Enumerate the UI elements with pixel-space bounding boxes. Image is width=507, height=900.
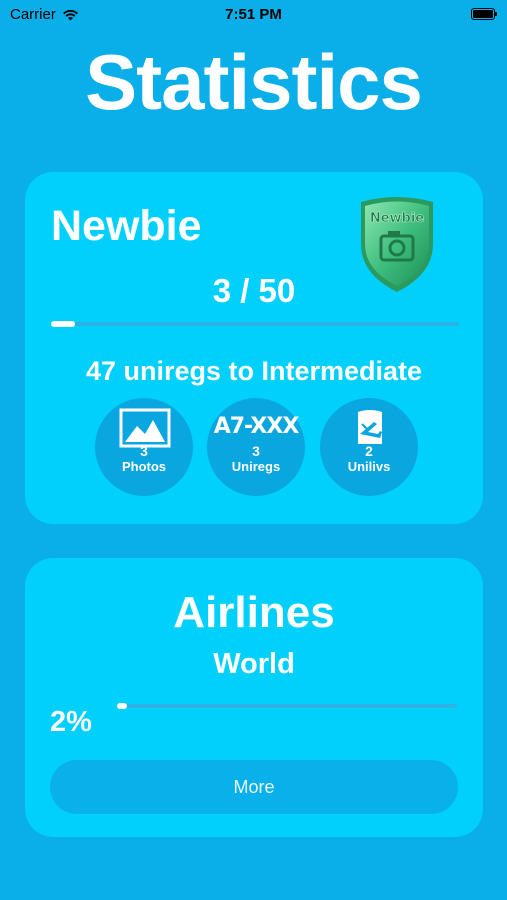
photos-label: Photos <box>121 459 167 474</box>
stat-unilivs[interactable]: 2 Unilivs <box>320 398 418 496</box>
livery-icon <box>358 410 382 444</box>
level-name: Newbie <box>51 202 202 250</box>
battery-icon <box>471 8 497 20</box>
registration-icon: A7-XXX <box>213 414 300 439</box>
unilivs-count: 2 <box>365 443 373 459</box>
airlines-progress-fill <box>117 703 127 709</box>
status-bar: Carrier 7:51 PM <box>0 0 507 30</box>
airlines-region: World <box>213 648 295 680</box>
level-progress-bar <box>51 321 459 327</box>
badge-label: Newbie <box>370 211 424 226</box>
uniregs-label: Uniregs <box>231 459 281 474</box>
level-progress-count: 3 / 50 <box>212 272 296 309</box>
airlines-progress-bar <box>117 703 457 709</box>
status-time: 7:51 PM <box>225 6 282 23</box>
level-card: Newbie Newbie 3 / 50 47 uniregs to Inter… <box>25 172 483 524</box>
airlines-percent: 2% <box>50 706 92 738</box>
next-level-text: 47 uniregs to Intermediate <box>85 356 423 386</box>
stat-photos[interactable]: 3 Photos <box>95 398 193 496</box>
airlines-title: Airlines <box>173 588 335 637</box>
unilivs-label: Unilivs <box>347 459 391 474</box>
uniregs-count: 3 <box>252 443 260 459</box>
photo-icon <box>119 408 171 448</box>
airlines-card: Airlines World 2% More <box>25 558 483 837</box>
stat-uniregs[interactable]: A7-XXX 3 Uniregs <box>207 398 305 496</box>
page-title: Statistics <box>85 38 423 126</box>
photos-count: 3 <box>140 443 148 459</box>
level-progress-fill <box>51 321 76 327</box>
more-button[interactable]: More <box>50 760 458 814</box>
